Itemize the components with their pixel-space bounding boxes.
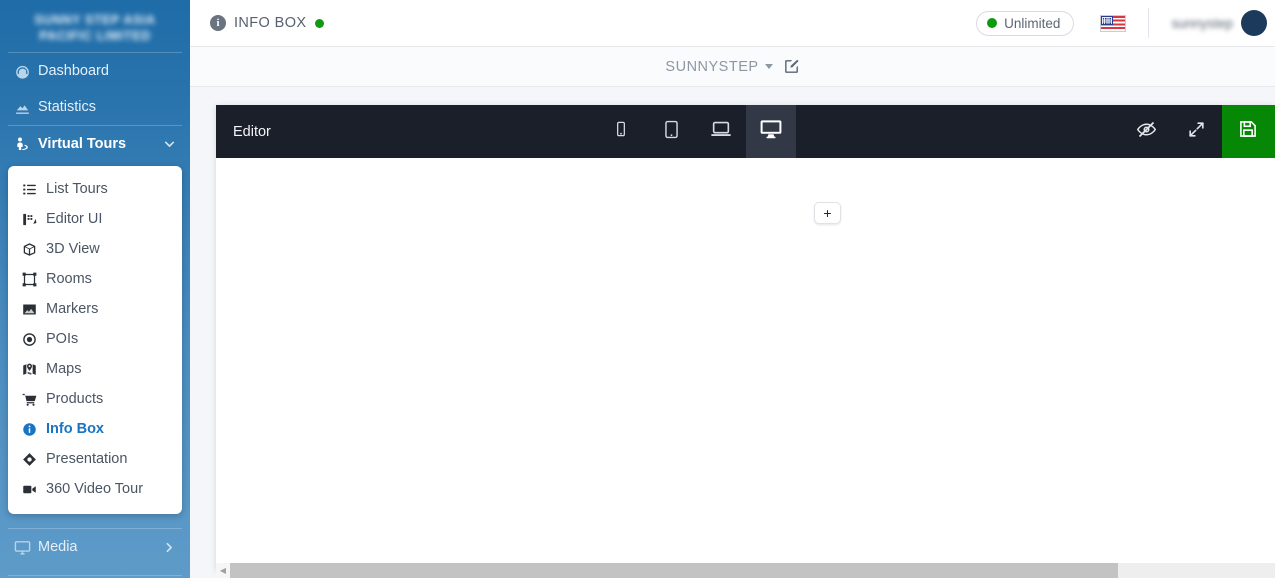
save-button[interactable] [1221,105,1275,158]
brand-logo-line-1: SUNNY STEP ASIA [34,13,156,27]
sidebar-subitem-label: 3D View [46,241,100,257]
sidebar: SUNNY STEP ASIA PACIFIC LIMITED Dashboar… [0,0,190,578]
sidebar-subitem-label: Presentation [46,451,128,467]
chart-area-icon [14,99,38,116]
sidebar-item-statistics[interactable]: Statistics [0,89,190,125]
plan-status-pill[interactable]: Unlimited [976,10,1075,36]
sidebar-item-3d-view[interactable]: 3D View [8,234,182,264]
sidebar-item-products[interactable]: Products [8,384,182,414]
desktop-icon [759,117,783,146]
sidebar-item-rooms[interactable]: Rooms [8,264,182,294]
laptop-icon [710,118,732,145]
sidebar-item-pois[interactable]: POIs [8,324,182,354]
sidebar-divider-media-bottom [8,575,182,576]
mobile-icon [613,121,629,142]
diamond-icon [22,452,46,467]
editor-ui-icon [22,212,46,227]
user-menu[interactable]: sunnystep [1149,10,1275,36]
desktop-icon [14,539,38,556]
marker-image-icon [22,302,46,317]
sidebar-item-label: Dashboard [38,63,109,79]
caret-down-icon[interactable] [764,64,773,69]
brand-logo-line-2: PACIFIC LIMITED [39,29,151,43]
map-marked-icon [22,362,46,377]
tour-selector-bar: SUNNYSTEP [190,47,1275,87]
sidebar-subitem-label: 360 Video Tour [46,481,144,497]
pencil-square-icon[interactable] [783,58,800,75]
sidebar-subitem-label: Markers [46,301,99,317]
add-element-button[interactable]: + [814,202,841,224]
plan-label: Unlimited [1004,15,1061,31]
editor-panel: Editor + [216,105,1275,570]
sidebar-subitem-label: Info Box [46,421,104,437]
tour-name[interactable]: SUNNYSTEP [665,59,758,75]
editor-actions [1122,105,1275,158]
main-region: i INFO BOX Unlimited sunnystep SUNNYSTEP… [190,0,1275,578]
avatar [1241,10,1267,36]
user-name: sunnystep [1171,15,1233,31]
toggle-preview-button[interactable] [1122,105,1172,158]
sidebar-item-label: Statistics [38,99,97,115]
sidebar-subitem-label: POIs [46,331,79,347]
list-icon [22,182,46,197]
device-button-mobile[interactable] [596,105,646,158]
caret-left-icon[interactable]: ◀ [216,563,230,578]
app-window: SUNNY STEP ASIA PACIFIC LIMITED Dashboar… [0,0,1275,578]
chevron-right-icon[interactable] [163,541,176,554]
sidebar-item-info-box[interactable]: Info Box [8,414,182,444]
gauge-icon [14,63,38,80]
sidebar-item-maps[interactable]: Maps [8,354,182,384]
video-camera-icon [22,482,46,497]
sidebar-subitem-label: Rooms [46,271,92,287]
sidebar-subitem-label: Maps [46,361,82,377]
editor-canvas[interactable]: + [216,158,1275,570]
horizontal-scrollbar[interactable]: ◀ [216,563,1275,578]
page-title-group: i INFO BOX [210,15,324,31]
expand-arrows-icon [1187,120,1206,144]
bullseye-icon [22,332,46,347]
top-bar-right: Unlimited sunnystep [976,0,1275,47]
us-flag-icon[interactable] [1100,14,1127,32]
floppy-save-icon [1238,119,1258,144]
sidebar-item-editor-ui[interactable]: Editor UI [8,204,182,234]
cart-icon [22,392,46,407]
device-preview-group [596,105,797,158]
sidebar-item-label: Virtual Tours [38,136,127,152]
info-circle-icon [22,422,46,437]
info-circle-icon: i [210,15,226,31]
device-button-tablet[interactable] [646,105,696,158]
sidebar-item-media[interactable]: Media [0,529,190,565]
eye-slash-icon [1136,119,1157,145]
sidebar-item-list-tours[interactable]: List Tours [8,174,182,204]
sidebar-subitem-label: List Tours [46,181,108,197]
cube-icon [22,242,46,257]
tablet-icon [662,120,681,144]
fullscreen-button[interactable] [1172,105,1222,158]
rooms-frame-icon [22,272,46,287]
sidebar-item-label: Media [38,539,78,555]
sidebar-subitem-label: Editor UI [46,211,103,227]
virtual-tours-submenu: List Tours Editor UI 3D View Rooms Marke… [8,166,182,514]
status-badge [314,18,324,28]
sidebar-subitem-label: Products [46,391,104,407]
editor-toolbar: Editor [216,105,1275,158]
street-view-icon [14,135,38,153]
scrollbar-thumb[interactable] [230,563,1118,578]
sidebar-item-markers[interactable]: Markers [8,294,182,324]
brand-logo[interactable]: SUNNY STEP ASIA PACIFIC LIMITED [0,0,190,52]
flag-canton [1101,15,1113,25]
sidebar-item-360-video-tour[interactable]: 360 Video Tour [8,474,182,504]
chevron-down-icon[interactable] [163,138,176,151]
sidebar-item-dashboard[interactable]: Dashboard [0,53,190,89]
sidebar-item-virtual-tours[interactable]: Virtual Tours [0,126,190,162]
content-stage: Editor + [190,87,1275,578]
editor-title: Editor [233,123,271,140]
plan-status-dot [987,18,998,28]
device-button-laptop[interactable] [696,105,746,158]
page-title: INFO BOX [234,15,307,31]
top-bar: i INFO BOX Unlimited sunnystep [190,0,1275,47]
sidebar-item-presentation[interactable]: Presentation [8,444,182,474]
device-button-desktop[interactable] [746,105,797,158]
